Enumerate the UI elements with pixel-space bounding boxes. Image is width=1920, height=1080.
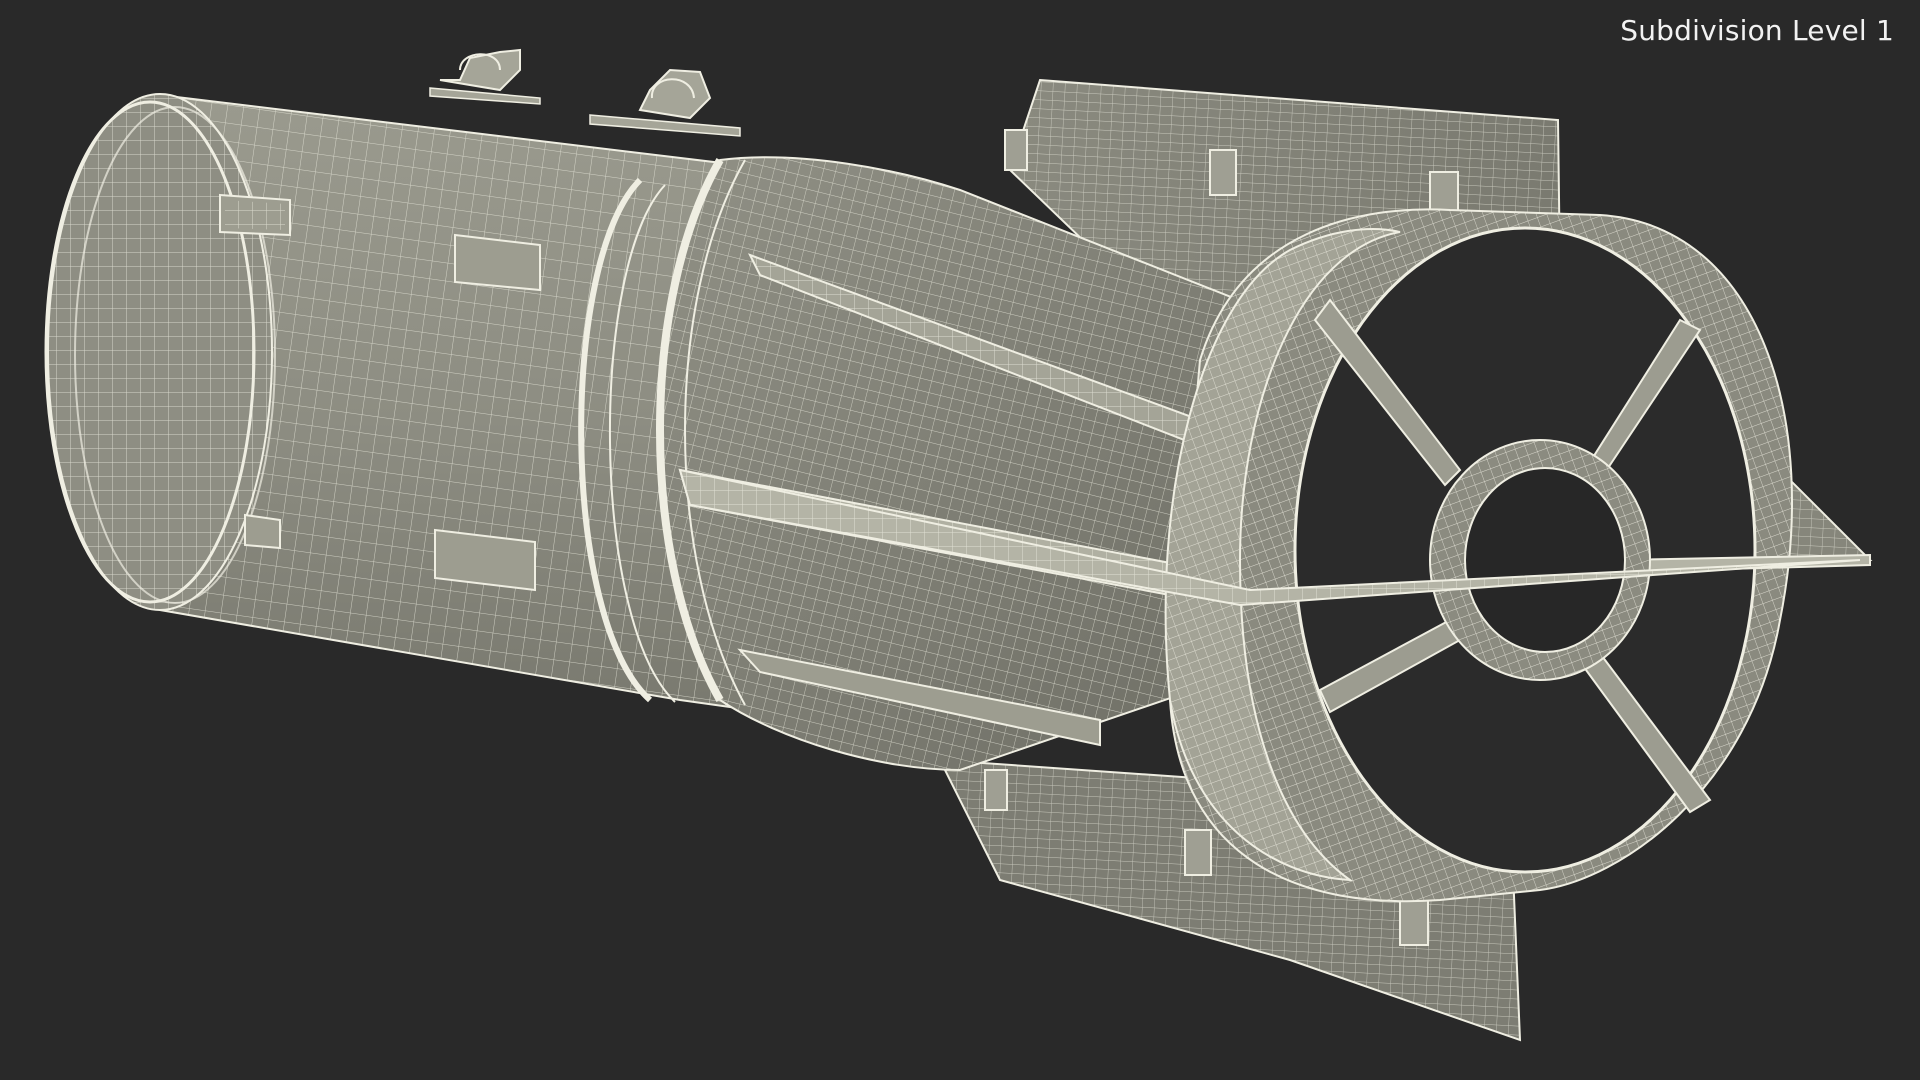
subdivision-level-label: Subdivision Level 1	[1620, 14, 1894, 47]
viewport[interactable]: Subdivision Level 1	[0, 0, 1920, 1080]
center-hub-ring	[1429, 439, 1651, 681]
suspension-lug-rear	[589, 68, 741, 137]
wireframe-render	[44, 48, 1873, 1042]
suspension-lug-front	[429, 48, 541, 105]
